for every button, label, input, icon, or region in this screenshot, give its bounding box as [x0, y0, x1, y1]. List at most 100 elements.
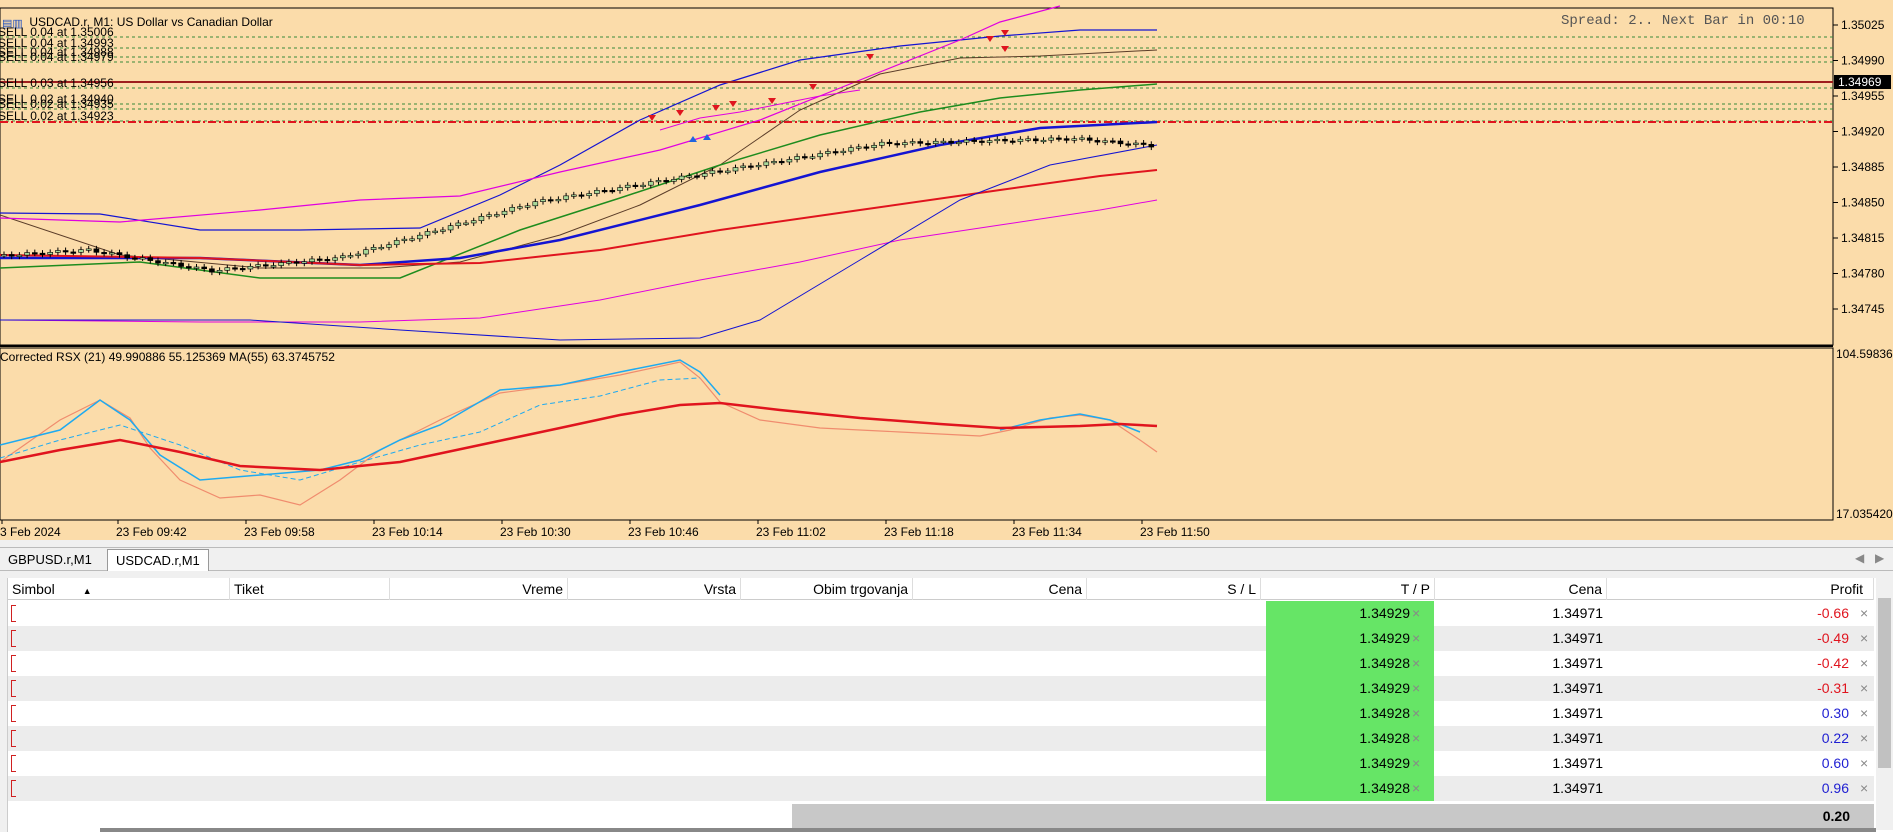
candle-body — [555, 199, 562, 202]
col-type[interactable]: Vrsta — [568, 578, 741, 600]
horizontal-scrollbar[interactable] — [100, 828, 1876, 832]
spread-timer-label: Spread: 2.. Next Bar in 00:10 — [1561, 13, 1805, 29]
table-row[interactable]: 1.34928 × 1.34971 -0.42 × — [8, 651, 1874, 676]
vertical-scrollbar[interactable] — [1876, 578, 1893, 830]
remove-tp-icon[interactable]: × — [1412, 626, 1420, 651]
col-current-price[interactable]: Cena — [1435, 578, 1607, 600]
price-chart-area[interactable]: 1.35025 1.34990 1.34955 1.34920 1.34885 1.348… — [0, 0, 1893, 540]
profit-cell: 0.96 — [1821, 780, 1849, 796]
table-row[interactable]: 1.34928 × 1.34971 0.30 × — [8, 701, 1874, 726]
col-symbol[interactable]: Simbol ▲ — [8, 578, 230, 600]
close-position-icon[interactable]: × — [1860, 701, 1868, 726]
tab-usdcad[interactable]: USDCAD.r,M1 — [107, 549, 209, 571]
sell-arrow-icon — [768, 98, 776, 104]
candle-body — [1, 254, 7, 257]
sell-arrow-icon — [986, 36, 994, 42]
candle-body — [139, 257, 146, 260]
candle-body — [1071, 138, 1078, 141]
table-row[interactable]: 1.34929 × 1.34971 -0.49 × — [8, 626, 1874, 651]
candle-body — [871, 145, 877, 148]
candle-body — [878, 141, 885, 146]
remove-tp-icon[interactable]: × — [1412, 676, 1420, 701]
remove-tp-icon[interactable]: × — [1412, 726, 1420, 751]
candle-body — [1102, 140, 1108, 143]
candle-body — [971, 139, 978, 142]
tab-scroll-left-icon[interactable]: ◀ — [1855, 551, 1864, 565]
chart-canvas[interactable]: 1.35025 1.34990 1.34955 1.34920 1.34885 1.348… — [0, 0, 1893, 540]
price-tick-label: 1.34990 — [1841, 54, 1885, 68]
candle-body — [224, 267, 231, 271]
candle-body — [401, 238, 408, 241]
tp-cell[interactable]: 1.34929 — [1266, 626, 1434, 651]
tp-cell[interactable]: 1.34928 — [1266, 776, 1434, 801]
col-tp[interactable]: T / P — [1261, 578, 1435, 600]
upper-band-blue — [0, 29, 1157, 231]
close-position-icon[interactable]: × — [1860, 751, 1868, 776]
candle-body — [748, 165, 754, 168]
current-price-cell: 1.34971 — [1552, 630, 1603, 646]
candle-body — [332, 257, 338, 261]
candle-body — [609, 190, 616, 193]
candle-body — [85, 248, 92, 251]
tp-cell[interactable]: 1.34928 — [1266, 701, 1434, 726]
candle-body — [663, 180, 670, 183]
col-profit[interactable]: Profit — [1607, 578, 1874, 600]
col-price[interactable]: Cena — [913, 578, 1087, 600]
remove-tp-icon[interactable]: × — [1412, 651, 1420, 676]
close-position-icon[interactable]: × — [1860, 676, 1868, 701]
candle-body — [8, 254, 15, 257]
table-row[interactable]: 1.34928 × 1.34971 0.96 × — [8, 776, 1874, 801]
close-position-icon[interactable]: × — [1860, 626, 1868, 651]
tp-cell[interactable]: 1.34929 — [1266, 676, 1434, 701]
close-position-icon[interactable]: × — [1860, 726, 1868, 751]
profit-cell: 0.60 — [1821, 755, 1849, 771]
candle-body — [617, 187, 623, 191]
tab-gbpusd[interactable]: GBPUSD.r,M1 — [0, 549, 100, 571]
time-tick-label: 23 Feb 10:14 — [372, 525, 443, 539]
candle-body — [324, 259, 331, 262]
remove-tp-icon[interactable]: × — [1412, 776, 1420, 801]
candle-body — [162, 262, 169, 265]
table-row[interactable]: 1.34929 × 1.34971 0.60 × — [8, 751, 1874, 776]
candle-body — [570, 194, 577, 197]
table-row[interactable]: 1.34929 × 1.34971 -0.66 × — [8, 601, 1874, 626]
close-position-icon[interactable]: × — [1860, 776, 1868, 801]
table-row[interactable]: 1.34929 × 1.34971 -0.31 × — [8, 676, 1874, 701]
candle-body — [1079, 137, 1085, 140]
col-ticket[interactable]: Tiket — [230, 578, 390, 600]
remove-tp-icon[interactable]: × — [1412, 701, 1420, 726]
tp-cell[interactable]: 1.34928 — [1266, 726, 1434, 751]
candle-body — [825, 151, 831, 154]
order-label: SELL 0.03 at 1.34956 — [0, 76, 114, 90]
col-sl[interactable]: S / L — [1087, 578, 1261, 600]
candle-body — [463, 222, 469, 225]
col-time[interactable]: Vreme — [390, 578, 568, 600]
rsx-ma-line — [0, 401, 1158, 472]
candle-body — [786, 159, 793, 163]
tp-cell[interactable]: 1.34928 — [1266, 651, 1434, 676]
current-price-cell: 1.34971 — [1552, 705, 1603, 721]
candle-body — [1048, 137, 1054, 141]
close-position-icon[interactable]: × — [1860, 651, 1868, 676]
candle-body — [717, 170, 723, 173]
tab-scroll-right-icon[interactable]: ▶ — [1875, 551, 1884, 565]
close-position-icon[interactable]: × — [1860, 601, 1868, 626]
candle-body — [416, 234, 423, 240]
current-price-cell: 1.34971 — [1552, 755, 1603, 771]
current-price-label: 1.34969 — [1838, 75, 1882, 89]
remove-tp-icon[interactable]: × — [1412, 751, 1420, 776]
tp-cell[interactable]: 1.34929 — [1266, 601, 1434, 626]
indicator-axis-min: 17.035420 — [1836, 507, 1893, 521]
profit-cell: -0.49 — [1817, 630, 1849, 646]
col-volume[interactable]: Obim trgovanja — [741, 578, 913, 600]
table-row[interactable]: 1.34928 × 1.34971 0.22 × — [8, 726, 1874, 751]
candle-body — [386, 244, 392, 248]
symbol-marker — [11, 630, 16, 647]
candle-body — [255, 264, 261, 267]
candle-body — [655, 180, 662, 183]
tp-cell[interactable]: 1.34929 — [1266, 751, 1434, 776]
remove-tp-icon[interactable]: × — [1412, 601, 1420, 626]
time-tick-label: 23 Feb 09:58 — [244, 525, 315, 539]
scrollbar-thumb[interactable] — [1878, 598, 1891, 768]
sell-arrow-icon — [648, 115, 656, 121]
